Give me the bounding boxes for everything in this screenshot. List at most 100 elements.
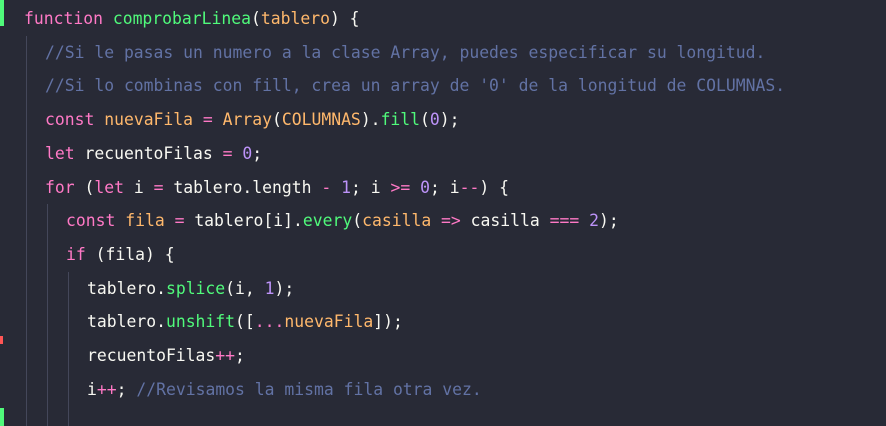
code-token: = bbox=[193, 110, 223, 130]
code-token: ; bbox=[350, 177, 371, 197]
code-line[interactable]: function comprobarLinea(tablero) { bbox=[24, 2, 360, 36]
code-token: fila bbox=[125, 211, 165, 231]
code-line[interactable]: const fila = tablero[i].every(casilla =>… bbox=[66, 204, 619, 238]
code-token: nuevaFila bbox=[104, 110, 194, 130]
code-token: i bbox=[370, 177, 381, 197]
code-token: ; bbox=[235, 346, 245, 365]
code-token: ); bbox=[598, 211, 619, 231]
code-token: //Revisamos la misma fila otra vez. bbox=[136, 379, 482, 399]
code-line[interactable]: if (fila) { bbox=[66, 238, 175, 272]
code-token: casilla bbox=[470, 211, 540, 231]
code-token: ( bbox=[271, 110, 282, 130]
code-token: ); bbox=[274, 278, 295, 298]
code-line[interactable]: const nuevaFila = Array(COLUMNAS).fill(0… bbox=[45, 103, 460, 137]
code-token: ) { bbox=[144, 244, 175, 264]
indent-guide bbox=[26, 35, 27, 426]
code-token: ( bbox=[74, 177, 95, 197]
code-line[interactable]: for (let i = tablero.length - 1; i >= 0;… bbox=[45, 171, 509, 205]
code-token: 2 bbox=[589, 211, 599, 231]
code-line[interactable]: tablero.unshift([...nuevaFila]); bbox=[87, 305, 403, 339]
code-token: i bbox=[273, 211, 284, 231]
code-token: splice bbox=[165, 278, 226, 298]
gutter-modified-indicator bbox=[0, 0, 4, 26]
code-token: = bbox=[164, 211, 195, 231]
code-token: casilla bbox=[362, 211, 432, 231]
code-token: recuentoFilas bbox=[84, 143, 213, 163]
code-token: let bbox=[94, 177, 124, 197]
code-token: function bbox=[24, 9, 103, 28]
code-token: Array bbox=[222, 110, 272, 130]
code-token: = bbox=[143, 177, 174, 197]
code-token: ( bbox=[352, 211, 363, 231]
code-token: ( bbox=[225, 278, 236, 298]
code-token: ; bbox=[116, 379, 137, 399]
code-line[interactable]: i++; //Revisamos la misma fila otra vez. bbox=[87, 373, 482, 407]
code-token: tablero bbox=[194, 211, 264, 231]
code-token: ) { bbox=[329, 9, 360, 28]
code-token: -- bbox=[459, 177, 480, 197]
code-token: ); bbox=[439, 110, 460, 130]
code-token: ; bbox=[252, 143, 263, 163]
code-token: . bbox=[156, 278, 166, 298]
code-token: const bbox=[66, 211, 116, 231]
code-token: ]. bbox=[283, 211, 303, 231]
code-token: every bbox=[302, 211, 353, 231]
code-token: let bbox=[45, 143, 75, 163]
code-token: . bbox=[242, 177, 253, 197]
code-token: i bbox=[235, 278, 245, 298]
code-token: tablero bbox=[260, 9, 330, 28]
code-token: , bbox=[244, 278, 265, 298]
code-token: ]); bbox=[373, 312, 403, 332]
code-token: i bbox=[449, 177, 460, 197]
code-token: ( bbox=[85, 244, 106, 264]
code-token: unshift bbox=[165, 312, 236, 332]
code-token: >= bbox=[380, 177, 421, 197]
code-line[interactable]: let recuentoFilas = 0; bbox=[45, 137, 262, 171]
code-token: ++ bbox=[96, 379, 117, 399]
code-token: comprobarLinea bbox=[112, 9, 251, 28]
code-token: 1 bbox=[341, 177, 351, 197]
indent-guide bbox=[47, 204, 48, 426]
code-token: fila bbox=[105, 244, 145, 264]
code-token: length bbox=[252, 177, 312, 197]
code-token: ++ bbox=[215, 346, 236, 365]
code-token: - bbox=[311, 177, 342, 197]
code-token: recuentoFilas bbox=[87, 346, 216, 365]
code-token: //Si le pasas un numero a la clase Array… bbox=[45, 42, 766, 62]
code-token: COLUMNAS bbox=[281, 110, 361, 130]
code-line[interactable]: //Si lo combinas con fill, crea un array… bbox=[45, 69, 785, 103]
code-token: => bbox=[431, 211, 471, 231]
code-token: = bbox=[212, 143, 243, 163]
code-token: const bbox=[45, 110, 95, 130]
code-token: //Si lo combinas con fill, crea un array… bbox=[45, 76, 786, 96]
code-token: ). bbox=[360, 110, 381, 130]
code-token: 0 bbox=[429, 110, 440, 130]
code-token: 1 bbox=[264, 278, 275, 298]
code-token: 0 bbox=[420, 177, 430, 197]
code-token: ( bbox=[250, 9, 261, 28]
code-token: === bbox=[539, 211, 590, 231]
code-token: nuevaFila bbox=[284, 312, 374, 332]
code-token: tablero bbox=[87, 312, 157, 332]
indent-guide bbox=[68, 271, 69, 426]
code-token: tablero bbox=[173, 177, 243, 197]
code-token: . bbox=[156, 312, 166, 332]
code-line[interactable]: recuentoFilas++; bbox=[87, 339, 245, 373]
code-token: fill bbox=[380, 110, 421, 130]
code-line[interactable]: tablero.splice(i, 1); bbox=[87, 272, 294, 306]
code-token: i bbox=[87, 379, 97, 399]
code-token: ) { bbox=[479, 177, 509, 197]
code-token: 0 bbox=[242, 143, 253, 163]
code-editor[interactable]: function comprobarLinea(tablero) {//Si l… bbox=[0, 0, 886, 426]
code-token: ( bbox=[420, 110, 430, 130]
code-token: ; bbox=[429, 177, 450, 197]
code-token: [ bbox=[263, 211, 274, 231]
code-token: i bbox=[133, 177, 144, 197]
code-token: for bbox=[45, 177, 75, 197]
code-line[interactable]: //Si le pasas un numero a la clase Array… bbox=[45, 36, 765, 70]
